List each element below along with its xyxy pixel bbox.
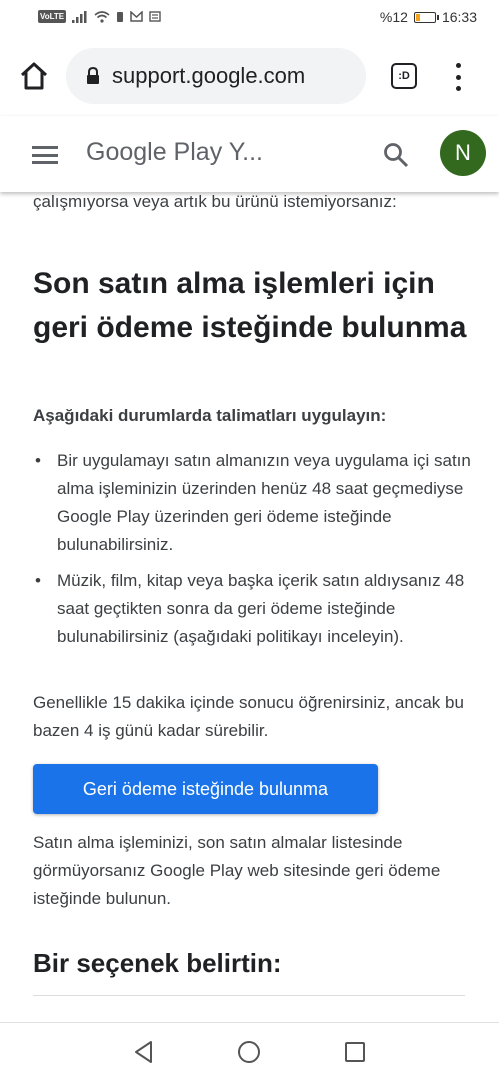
home-circle-icon[interactable] [238, 1041, 260, 1063]
article-content: çalışmıyorsa veya artık bu ürünü istemiy… [0, 192, 499, 1022]
partial-text-line: çalışmıyorsa veya artık bu ürünü istemiy… [33, 192, 397, 211]
address-bar[interactable]: support.google.com [66, 48, 366, 104]
browser-menu-icon[interactable] [452, 63, 464, 91]
status-bar: VoLTE %12 16:33 [0, 0, 499, 36]
back-icon[interactable] [133, 1040, 155, 1064]
status-icons-left: VoLTE [38, 10, 161, 23]
timing-paragraph: Genellikle 15 dakika içinde sonucu öğren… [33, 693, 464, 740]
request-refund-label: Geri ödeme isteğinde bulunma [82, 778, 329, 799]
battery-fill [415, 13, 421, 21]
list-item: Bir uygulamayı satın almanızın veya uygu… [33, 447, 473, 559]
volte-badge: VoLTE [38, 10, 67, 23]
avatar[interactable]: N [440, 130, 486, 176]
wifi-icon [94, 10, 110, 23]
hamburger-menu-icon[interactable] [32, 146, 58, 164]
site-title[interactable]: Google Play Y... [86, 138, 263, 167]
web-refund-paragraph: Satın alma işleminizi, son satın almalar… [33, 833, 441, 908]
lock-icon [87, 67, 99, 84]
gmail-icon [130, 11, 143, 22]
tab-switcher-label: :D [398, 70, 410, 82]
instructions-subheading: Aşağıdaki durumlarda talimatları uygulay… [33, 406, 387, 425]
battery-icon [413, 11, 439, 23]
bullet-list: Bir uygulamayı satın almanızın veya uygu… [33, 447, 473, 659]
recent-apps-icon[interactable] [345, 1042, 365, 1062]
list-item: Müzik, film, kitap veya başka içerik sat… [33, 567, 473, 651]
browser-toolbar: support.google.com :D [0, 36, 499, 116]
home-icon[interactable] [18, 60, 50, 92]
status-icons-right: %12 16:33 [380, 9, 477, 25]
system-navigation-bar [0, 1022, 499, 1080]
site-header: Google Play Y... N [0, 116, 499, 192]
page-heading: Son satın alma işlemleri için geri ödeme… [33, 267, 467, 344]
divider [33, 995, 465, 996]
tab-switcher-button[interactable]: :D [391, 63, 417, 89]
request-refund-button[interactable]: Geri ödeme isteğinde bulunma [33, 764, 378, 814]
news-icon [149, 11, 161, 22]
battery-percent: %12 [379, 9, 408, 25]
signal-icon [72, 10, 87, 23]
section-heading: Bir seçenek belirtin: [33, 948, 282, 978]
search-icon[interactable] [383, 142, 409, 168]
avatar-initial: N [455, 140, 471, 165]
clock: 16:33 [441, 9, 477, 25]
url-text: support.google.com [112, 63, 306, 88]
notification-icon [117, 11, 124, 22]
